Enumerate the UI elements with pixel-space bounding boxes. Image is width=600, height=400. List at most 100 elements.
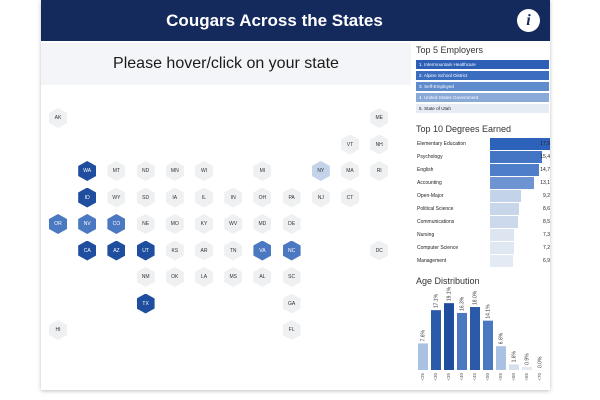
degree-label: Political Science [417, 206, 454, 212]
state-hex-mt[interactable]: MT [107, 161, 126, 181]
age-value-label: 14.1% [485, 304, 491, 319]
state-hex-ny[interactable]: NY [311, 161, 330, 181]
employer-item[interactable]: 5. State of Utah [416, 104, 549, 113]
degree-row[interactable]: Communications 8,5 [416, 216, 550, 228]
degree-row[interactable]: Elementary Education 17,9 [416, 138, 550, 150]
age-bar-3[interactable] [457, 312, 467, 370]
state-hex-ca[interactable]: CA [78, 240, 97, 261]
state-hex-ok[interactable]: OK [165, 267, 184, 287]
state-hex-oh[interactable]: OH [253, 187, 272, 208]
employer-item[interactable]: 2. Alpine School District [416, 71, 549, 80]
age-bar-9[interactable] [535, 370, 545, 371]
age-bar-6[interactable] [496, 346, 506, 370]
state-hex-mn[interactable]: MN [165, 161, 184, 181]
age-bar-0[interactable] [418, 343, 428, 370]
state-hex-ks[interactable]: KS [165, 240, 184, 261]
state-hex-de[interactable]: DE [282, 214, 301, 234]
state-hex-co[interactable]: CO [107, 214, 126, 234]
age-bar-4[interactable] [470, 307, 480, 370]
state-hex-nv[interactable]: NV [78, 214, 97, 234]
state-hex-ia[interactable]: IA [165, 187, 184, 208]
degree-bar[interactable] [490, 255, 514, 267]
state-hex-ne[interactable]: NE [136, 214, 155, 234]
employer-item[interactable]: 3. Self-Employed [416, 82, 549, 91]
state-hex-tn[interactable]: TN [224, 240, 243, 261]
state-hex-ar[interactable]: AR [195, 240, 213, 261]
degree-row[interactable]: Accounting 13,1 [416, 177, 550, 189]
state-hex-hi[interactable]: HI [49, 320, 67, 340]
state-hex-ak[interactable]: AK [49, 108, 67, 128]
degree-value: 9,2 [543, 193, 550, 199]
state-hex-ma[interactable]: MA [341, 161, 359, 181]
degree-bar[interactable] [490, 164, 540, 176]
state-hex-dc[interactable]: DC [370, 240, 389, 261]
age-bar-5[interactable] [483, 320, 493, 370]
state-hex-ga[interactable]: GA [282, 293, 301, 314]
degree-row[interactable]: Political Science 8,6 [416, 203, 550, 215]
age-category-label: <65 [524, 373, 529, 381]
state-hex-fl[interactable]: FL [282, 320, 301, 340]
age-bar-8[interactable] [522, 366, 532, 370]
degree-label: Nursing [417, 232, 435, 238]
state-hex-or[interactable]: OR [49, 214, 67, 234]
employer-item[interactable]: 4. United States Government [416, 93, 549, 102]
state-hex-md[interactable]: MD [253, 214, 272, 234]
degree-row[interactable]: Nursing 7,3 [416, 229, 550, 241]
info-icon[interactable]: i [517, 9, 540, 32]
degree-label: Psychology [417, 154, 443, 160]
state-hex-id[interactable]: ID [78, 187, 97, 208]
age-category-label: <30 [433, 373, 438, 381]
age-bar-7[interactable] [509, 364, 519, 370]
state-hex-va[interactable]: VA [253, 240, 272, 261]
state-hex-nh[interactable]: NH [370, 134, 389, 155]
right-panel: Top 5 Employers 1. Intermountain Healthc… [414, 41, 550, 390]
state-hex-az[interactable]: AZ [107, 240, 126, 261]
degree-value: 13,1 [540, 180, 550, 186]
degree-row[interactable]: Computer Science 7,2 [416, 242, 550, 254]
degree-bar[interactable] [490, 203, 519, 215]
degree-row[interactable]: English 14,7 [416, 164, 550, 176]
header-bar: Cougars Across the States i [41, 0, 550, 41]
employer-item[interactable]: 1. Intermountain Healthcare [416, 60, 549, 69]
state-hex-tx[interactable]: TX [136, 293, 155, 314]
degree-row[interactable]: Psychology 15,4 [416, 151, 550, 163]
state-hex-nm[interactable]: NM [136, 267, 155, 287]
age-bar-1[interactable] [431, 310, 441, 370]
state-hex-mi[interactable]: MI [253, 161, 272, 181]
state-hex-wa[interactable]: WA [78, 161, 97, 181]
degree-row[interactable]: Open-Major 9,2 [416, 190, 550, 202]
state-hex-la[interactable]: LA [195, 267, 213, 287]
state-hex-al[interactable]: AL [253, 267, 272, 287]
degree-bar[interactable] [490, 151, 542, 163]
state-hex-il[interactable]: IL [195, 187, 213, 208]
state-hex-me[interactable]: ME [370, 108, 389, 128]
state-hex-ct[interactable]: CT [341, 187, 359, 208]
state-hex-in[interactable]: IN [224, 187, 243, 208]
degree-value: 6,9 [543, 258, 550, 264]
state-hex-ms[interactable]: MS [224, 267, 243, 287]
degree-bar[interactable] [490, 190, 521, 202]
degree-bar[interactable] [490, 229, 515, 241]
state-hex-nj[interactable]: NJ [311, 187, 330, 208]
degree-row[interactable]: Management 6,9 [416, 255, 550, 267]
degree-value: 8,5 [543, 219, 550, 225]
state-hex-nd[interactable]: ND [136, 161, 155, 181]
state-hex-sd[interactable]: SD [136, 187, 155, 208]
state-hex-wy[interactable]: WY [107, 187, 126, 208]
state-hex-sc[interactable]: SC [282, 267, 301, 287]
state-hex-ri[interactable]: RI [370, 161, 389, 181]
age-bar-2[interactable] [444, 303, 454, 370]
degree-bar[interactable] [490, 177, 534, 189]
state-hex-pa[interactable]: PA [282, 187, 301, 208]
state-hex-nc[interactable]: NC [282, 240, 301, 261]
degree-label: Computer Science [417, 245, 459, 251]
state-hex-wv[interactable]: WV [224, 214, 243, 234]
degree-bar[interactable] [490, 242, 515, 254]
state-hex-wi[interactable]: WI [195, 161, 213, 181]
state-hex-vt[interactable]: VT [341, 134, 359, 155]
state-hex-ut[interactable]: UT [136, 240, 155, 261]
state-hex-mo[interactable]: MO [165, 214, 184, 234]
degree-bar[interactable] [490, 216, 519, 228]
state-hex-ky[interactable]: KY [195, 214, 213, 234]
age-category-label: <40 [459, 373, 464, 381]
